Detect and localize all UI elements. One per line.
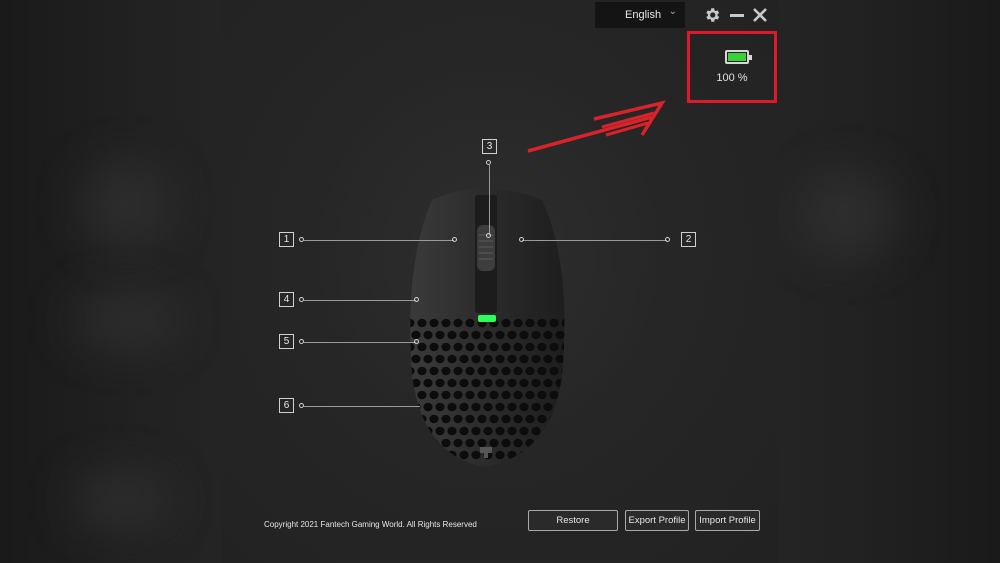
language-select[interactable]: English ⌄ (595, 2, 685, 28)
annotation-arrow (527, 100, 666, 153)
battery-level-fill (728, 53, 746, 61)
button-label-5[interactable]: 5 (279, 334, 294, 349)
restore-button[interactable]: Restore (528, 510, 618, 531)
close-button[interactable] (750, 5, 770, 25)
button-label-6[interactable]: 6 (279, 398, 294, 413)
language-select-value: English (625, 9, 662, 21)
close-icon (753, 8, 767, 22)
copyright-text: Copyright 2021 Fantech Gaming World. All… (264, 520, 477, 529)
button-label-1[interactable]: 1 (279, 232, 294, 247)
minimize-icon (730, 14, 744, 17)
app-window: English ⌄ 100 % 1 2 3 4 5 6 Copyright 20… (222, 0, 778, 563)
export-profile-button[interactable]: Export Profile (625, 510, 689, 531)
settings-button[interactable] (702, 5, 722, 25)
button-label-4[interactable]: 4 (279, 292, 294, 307)
background-right (778, 0, 1000, 563)
battery-highlight-box: 100 % (687, 31, 777, 103)
import-profile-button[interactable]: Import Profile (695, 510, 760, 531)
gear-icon (706, 8, 720, 22)
mouse-image (410, 188, 565, 467)
battery-icon (725, 50, 752, 64)
background-left (0, 0, 222, 563)
chevron-down-icon: ⌄ (668, 6, 677, 17)
minimize-button[interactable] (727, 5, 747, 25)
battery-percentage: 100 % (716, 72, 748, 84)
button-label-3[interactable]: 3 (482, 139, 497, 154)
button-label-2[interactable]: 2 (681, 232, 696, 247)
